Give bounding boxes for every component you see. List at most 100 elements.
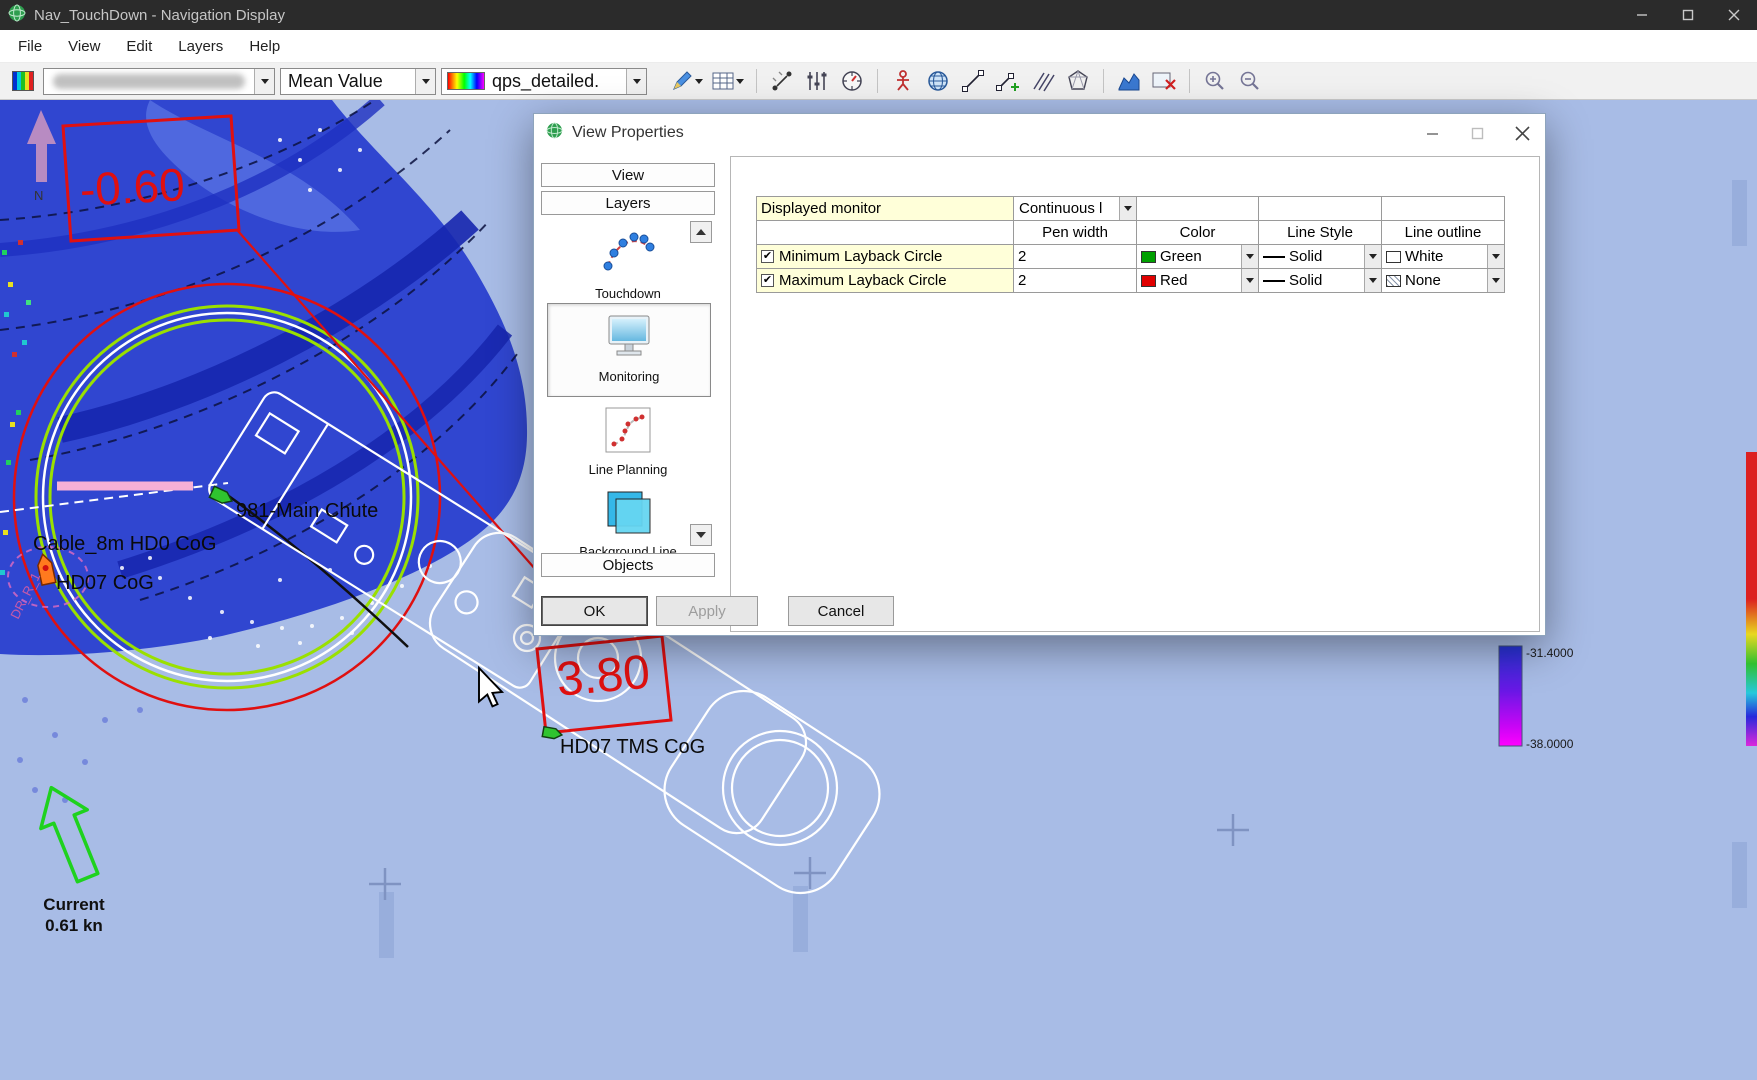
display-mode-combo[interactable]: Mean Value — [280, 68, 436, 95]
chevron-down-icon[interactable] — [254, 69, 274, 94]
row-max-layback-pen-width[interactable]: 2 — [1014, 269, 1137, 293]
compass-icon[interactable] — [837, 67, 867, 95]
close-button[interactable] — [1711, 0, 1757, 30]
tab-view[interactable]: View — [541, 163, 715, 187]
row-min-layback-pen-width[interactable]: 2 — [1014, 245, 1137, 269]
layer-label: Monitoring — [599, 369, 660, 384]
polygon-tool-icon[interactable] — [1063, 67, 1093, 95]
empty-cell — [757, 221, 1014, 245]
col-header-line-style: Line Style — [1259, 221, 1382, 245]
chevron-down-icon[interactable] — [1119, 197, 1136, 220]
clear-view-icon[interactable] — [1149, 67, 1179, 95]
checkbox[interactable]: ✔ — [761, 274, 774, 287]
zoom-in-icon[interactable] — [1200, 67, 1230, 95]
minimize-button[interactable] — [1619, 0, 1665, 30]
dialog-icon — [546, 122, 563, 144]
chevron-down-icon[interactable] — [1364, 269, 1381, 292]
line-tool-icon[interactable] — [958, 67, 988, 95]
menu-view[interactable]: View — [55, 38, 113, 55]
displayed-monitor-label: Displayed monitor — [757, 197, 1014, 221]
measure-tool-icon[interactable] — [767, 67, 797, 95]
dialog-maximize-button[interactable] — [1455, 114, 1500, 152]
title-bar: Nav_TouchDown - Navigation Display — [0, 0, 1757, 30]
line-style-glyph — [1263, 280, 1285, 282]
empty-cell — [1382, 197, 1505, 221]
pen-tool-button[interactable] — [669, 67, 705, 95]
figure-tool-icon[interactable] — [888, 67, 918, 95]
display-mode-value: Mean Value — [281, 71, 415, 92]
menu-edit[interactable]: Edit — [113, 38, 165, 55]
layer-item-monitoring[interactable]: Monitoring — [547, 303, 711, 397]
grid-tool-button[interactable] — [710, 67, 746, 95]
current-label: Current — [43, 895, 105, 914]
colorbar-bottom-value: -38.0000 — [1526, 737, 1574, 751]
layer-item-touchdown[interactable]: Touchdown — [541, 222, 715, 301]
label-main-chute: 981-Main Chute — [236, 500, 378, 522]
outline-swatch — [1386, 251, 1401, 263]
globe-icon[interactable] — [923, 67, 953, 95]
scroll-down-button[interactable] — [690, 524, 712, 546]
zoom-out-icon[interactable] — [1235, 67, 1265, 95]
background-line-icon — [602, 490, 654, 541]
dialog-title-bar[interactable]: View Properties — [534, 114, 1545, 152]
chevron-down-icon[interactable] — [415, 69, 435, 94]
surface-combo[interactable] — [43, 68, 275, 95]
view-properties-dialog: View Properties View Layers Touc — [533, 113, 1546, 636]
menu-file[interactable]: File — [5, 38, 55, 55]
current-value: 0.61 kn — [45, 916, 103, 935]
parallel-lines-icon[interactable] — [1028, 67, 1058, 95]
chevron-down-icon[interactable] — [1241, 245, 1258, 268]
row-min-layback-color-select[interactable]: Green — [1137, 245, 1259, 269]
layer-item-background-line[interactable]: Background Line — [541, 490, 715, 558]
chevron-down-icon[interactable] — [1487, 245, 1504, 268]
outline-swatch — [1386, 275, 1401, 287]
add-line-tool-icon[interactable] — [993, 67, 1023, 95]
maximize-button[interactable] — [1665, 0, 1711, 30]
sliders-icon[interactable] — [802, 67, 832, 95]
checkbox[interactable]: ✔ — [761, 250, 774, 263]
apply-button[interactable]: Apply — [656, 596, 758, 626]
toolbar: Mean Value qps_detailed. — [0, 63, 1757, 100]
row-max-layback-color-select[interactable]: Red — [1137, 269, 1259, 293]
row-min-layback-outline-select[interactable]: White — [1382, 245, 1505, 269]
palette-swatch — [447, 72, 485, 90]
chevron-down-icon[interactable] — [1364, 245, 1381, 268]
chevron-down-icon[interactable] — [626, 69, 646, 94]
edge-color-strip — [1746, 452, 1757, 746]
colormap-icon[interactable] — [8, 67, 38, 95]
dialog-close-button[interactable] — [1500, 114, 1545, 152]
row-min-layback-name: ✔ Minimum Layback Circle — [757, 245, 1014, 269]
displayed-monitor-select[interactable]: Continuous l — [1014, 197, 1137, 221]
label-hd07-cog: HD07 CoG — [56, 572, 154, 594]
properties-table: Displayed monitor Continuous l Pen width… — [756, 196, 1505, 293]
svg-text:-0.60: -0.60 — [79, 158, 186, 215]
color-swatch — [1141, 251, 1156, 263]
redacted-value — [53, 74, 245, 89]
menu-layers[interactable]: Layers — [165, 38, 236, 55]
chevron-down-icon[interactable] — [1241, 269, 1258, 292]
row-min-layback-line-style-select[interactable]: Solid — [1259, 245, 1382, 269]
row-max-layback-outline-select[interactable]: None — [1382, 269, 1505, 293]
tab-layers[interactable]: Layers — [541, 191, 715, 215]
layer-label: Touchdown — [595, 286, 661, 301]
col-header-color: Color — [1137, 221, 1259, 245]
layer-label: Line Planning — [589, 462, 668, 477]
svg-text:N: N — [34, 188, 43, 203]
empty-cell — [1137, 197, 1259, 221]
palette-combo[interactable]: qps_detailed. — [441, 68, 647, 95]
menu-help[interactable]: Help — [236, 38, 293, 55]
objects-button[interactable]: Objects — [541, 553, 715, 577]
ok-button[interactable]: OK — [541, 596, 648, 626]
layer-item-line-planning[interactable]: Line Planning — [541, 406, 715, 477]
scroll-up-button[interactable] — [690, 221, 712, 243]
monitoring-icon — [601, 313, 657, 366]
dialog-minimize-button[interactable] — [1410, 114, 1455, 152]
profile-chart-icon[interactable] — [1114, 67, 1144, 95]
row-max-layback-line-style-select[interactable]: Solid — [1259, 269, 1382, 293]
line-planning-icon — [604, 406, 652, 459]
svg-text:3.80: 3.80 — [554, 646, 652, 707]
chevron-down-icon[interactable] — [1487, 269, 1504, 292]
app-icon — [8, 4, 26, 27]
color-swatch — [1141, 275, 1156, 287]
cancel-button[interactable]: Cancel — [788, 596, 894, 626]
